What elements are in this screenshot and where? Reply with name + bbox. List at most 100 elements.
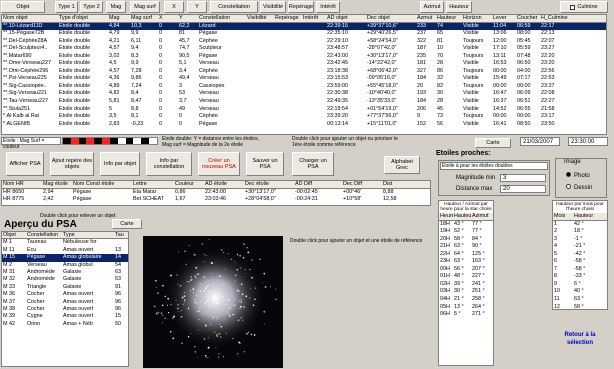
nearby-stars-row[interactable]: HR 8775 2,42 Pégase Bet SCHEAT 1,67 23:03:46 +… xyxy=(2,196,430,204)
date-field[interactable]: 21/03/2007 xyxy=(520,137,560,146)
objects-table[interactable]: Nom objet Type d'objet Mag Mag surf X Y Conste… xyxy=(1,14,607,135)
apercu-psa-cell: Galaxie xyxy=(63,276,82,283)
hauteur-azimut-row[interactable]: 01H 48 ° 227 ° xyxy=(439,273,493,281)
objects-table-row[interactable]: **.Ome-Verseau227 Etoile double 4,5 9,9 0 5,1… xyxy=(2,60,606,68)
apercu-psa-cell: M 31 xyxy=(3,268,15,275)
nearby-stars-table[interactable]: Nom HR Mag étoile Nom Const étoile Lettre Co… xyxy=(1,180,431,206)
sort-objet-button[interactable]: Objet xyxy=(1,1,45,13)
hauteur-azimut-row[interactable]: 02H 39 ° 241 ° xyxy=(439,281,493,289)
magnitude-min-field[interactable]: 3 xyxy=(500,174,546,182)
hauteur-mois-row[interactable]: 5 -42 ° xyxy=(553,251,607,259)
sauver-psa-button[interactable]: Sauver un PSA xyxy=(246,152,284,176)
hauteur-mois-row[interactable]: 6 -58 ° xyxy=(553,258,607,266)
hauteur-mois-row[interactable]: 3 -1 ° xyxy=(553,236,607,244)
objects-table-row[interactable]: *.Al Kalb al Rai Etoile double 3,5 8,1 0 0 Cép… xyxy=(2,113,606,121)
sort-constellation-button[interactable]: Constellation xyxy=(210,1,258,13)
time-field[interactable]: 23:30:00 xyxy=(568,137,608,146)
carte-apercu-button[interactable]: Carte xyxy=(112,219,142,229)
objects-table-cell: +29°40'26,5" xyxy=(367,30,398,37)
apercu-psa-row[interactable]: M 31 Andromède Galaxie 63 xyxy=(2,269,128,276)
hauteur-azimut-row[interactable]: 04H 21 ° 258 ° xyxy=(439,296,493,304)
objects-table-row[interactable]: *.ALGENIB Etoile double 2,83 -0,23 0 0 Pégase 0… xyxy=(2,121,606,129)
hauteur-mois-row[interactable]: 8 -33 ° xyxy=(553,273,607,281)
objects-table-cell: 0 xyxy=(159,75,162,82)
sort-type2-button[interactable]: Type 2 xyxy=(80,1,103,13)
hauteur-azimut-row[interactable]: 06H 5 ° 271 ° xyxy=(439,311,493,319)
objects-table-cell: 81 xyxy=(179,30,185,37)
hauteur-azimut-row[interactable]: 03H 30 ° 251 ° xyxy=(439,288,493,296)
objects-table-row[interactable]: **.15-Pégase72B Etoile double 4,79 9,9 0 81 Pé… xyxy=(2,30,606,38)
hauteur-mois-row[interactable]: 1 42 ° xyxy=(553,221,607,229)
sort-type1-button[interactable]: Type 1 xyxy=(55,1,78,13)
sort-visibilite-button[interactable]: Visibilité xyxy=(260,1,286,13)
hauteur-azimut-row[interactable]: 19H 52 ° 77 ° xyxy=(439,228,493,236)
ajout-repere-button[interactable]: Ajout repère des objets xyxy=(50,152,94,176)
objects-table-row[interactable]: **.Matar690 Etoile double 3,02 8,3 0 90,5 Péga… xyxy=(2,53,606,61)
sort-azimut-button[interactable]: Azimut xyxy=(420,1,444,13)
hauteur-mois-row[interactable]: 9 6 ° xyxy=(553,281,607,289)
retour-selection-link[interactable]: Retour à la sélection xyxy=(554,331,606,353)
info-constellation-button[interactable]: Info par constellation xyxy=(146,152,192,176)
objects-table-cell xyxy=(246,68,274,76)
sort-mag-button[interactable]: Mag xyxy=(106,1,126,13)
distance-max-field[interactable]: 20 xyxy=(500,185,546,193)
objects-table-row[interactable]: **.Sig-Verseau221 Etoile double 4,82 8,4 0 53… xyxy=(2,90,606,98)
apercu-psa-row[interactable]: M 32 Andromède Galaxie 63 xyxy=(2,276,128,283)
hauteur-azimut-row[interactable]: 18H 43 ° 77 ° xyxy=(439,221,493,229)
objects-table-cell: 4,89 xyxy=(109,82,120,89)
objects-table-row[interactable]: **.10-Lézard11D Etoile double 4,84 10,3 0 62,… xyxy=(2,22,606,31)
hauteur-azimut-row[interactable]: 23H 63 ° 163 ° xyxy=(439,258,493,266)
objects-table-row[interactable]: **.Del-Sculpteur4.. Etoile double 4,57 9,4 0… xyxy=(2,45,606,53)
hauteur-azimut-row[interactable]: 22H 64 ° 125 ° xyxy=(439,251,493,259)
objects-table-row[interactable]: **.Omi-Céphée296 Etoile double 4,57 7,28 0 3,… xyxy=(2,68,606,76)
sort-culmine-button[interactable]: Culmine xyxy=(560,1,608,13)
objects-table-cell: **.Ome-Verseau227 xyxy=(3,60,51,67)
apercu-psa-table[interactable]: Objet Constellation Type Tau M 1 Taureau Nébu… xyxy=(1,231,129,367)
hauteur-azimut-row[interactable]: 20H 58 ° 84 ° xyxy=(439,236,493,244)
hauteur-azimut-row[interactable]: 05H 13 ° 264 ° xyxy=(439,304,493,312)
hauteur-mois-row[interactable]: 7 -58 ° xyxy=(553,266,607,274)
charger-psa-button[interactable]: Charger un PSA xyxy=(292,152,334,176)
apercu-psa-cell: Orion xyxy=(27,320,41,327)
apercu-psa-row[interactable]: M 1 Taureau Nébuleuse for xyxy=(2,239,128,246)
hauteur-azimut-row[interactable]: 21H 63 ° 90 ° xyxy=(439,243,493,251)
objects-table-row[interactable]: **.Del-Céphée28A Etoile double 4,21 6,11 0 45… xyxy=(2,38,606,46)
sort-hauteur-button[interactable]: Hauteur xyxy=(446,1,472,13)
info-objet-button[interactable]: Info par objet xyxy=(100,152,140,176)
hauteur-azimut-row[interactable]: 00H 56 ° 207 ° xyxy=(439,266,493,274)
apercu-psa-row[interactable]: M 33 Triangle Galaxie 91 xyxy=(2,284,128,291)
apercu-psa-row[interactable]: M 36 Cocher Amas ouvert 96 xyxy=(2,291,128,298)
dessin-radio[interactable]: Dessin xyxy=(566,184,592,191)
hauteur-azimut-cell: 21H xyxy=(440,243,450,250)
apercu-psa-row[interactable]: M 38 Cocher Amas ouvert 96 xyxy=(2,306,128,313)
nearby-stars-row[interactable]: HR 8650 2,94 Pégase Eta Matar 0,86 22:43:00 +3… xyxy=(2,189,430,197)
culmine-checkbox[interactable] xyxy=(570,4,576,10)
hauteur-mois-row[interactable]: 2 18 ° xyxy=(553,228,607,236)
objects-table-row[interactable]: **.Tau-Verseau227 Etoile double 5,81 8,47 0 3… xyxy=(2,98,606,106)
apercu-psa-row[interactable]: M 39 Cygne Amas ouvert 15 xyxy=(2,313,128,320)
apercu-psa-row[interactable]: M 2 Verseau Amas globul 54 xyxy=(2,262,128,269)
alphabet-grec-button[interactable]: Alphabet Grec xyxy=(384,156,420,174)
apercu-psa-row[interactable]: M 11 Ecu Amas ouvert 13 xyxy=(2,247,128,254)
creer-psa-button[interactable]: Créer un nouveau PSA xyxy=(198,152,240,176)
objects-table-row[interactable]: **.Stula251 Etoile double 5 8,8 0 49 Verseau 22… xyxy=(2,106,606,114)
sort-reperage-button[interactable]: Repérage xyxy=(288,1,314,13)
apercu-psa-row[interactable]: M 42 Orion Amas + Néb 50 xyxy=(2,321,128,328)
photo-radio[interactable]: Photo xyxy=(566,172,590,179)
hauteur-mois-row[interactable]: 4 -21 ° xyxy=(553,243,607,251)
hauteur-mois-row[interactable]: 12 58 ° xyxy=(553,304,607,312)
carte-top-button[interactable]: Carte xyxy=(475,138,511,148)
sort-y-button[interactable]: Y xyxy=(187,1,207,13)
sort-magsurf-button[interactable]: Mag surf xyxy=(130,1,160,13)
sort-interet-button[interactable]: Intérêt xyxy=(316,1,340,13)
hauteur-mois-row[interactable]: 10 40 ° xyxy=(553,288,607,296)
objects-table-cell xyxy=(246,38,274,46)
afficher-psa-button[interactable]: Afficher PSA xyxy=(6,152,44,176)
apercu-psa-row[interactable]: M 37 Cocher Amas ouvert 96 xyxy=(2,299,128,306)
sort-x-button[interactable]: X xyxy=(164,1,184,13)
apercu-psa-cell: M 15 xyxy=(3,254,15,261)
hauteur-mois-row[interactable]: 11 63 ° xyxy=(553,296,607,304)
apercu-psa-row[interactable]: M 15 Pégase Amas globulaire 14 xyxy=(2,254,128,262)
objects-table-row[interactable]: **.Psi-Verseau225 Etoile double 4,36 9,86 0 4… xyxy=(2,75,606,83)
objects-table-row[interactable]: **.Sig-Cassiopée.. Etoile double 4,89 7,24 0… xyxy=(2,83,606,91)
